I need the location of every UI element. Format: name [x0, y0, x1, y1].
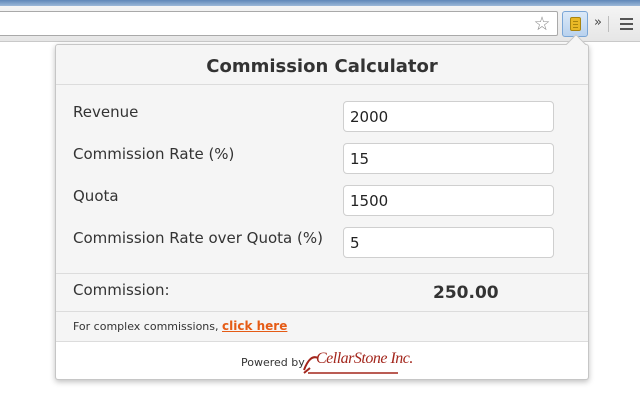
complex-commissions-note: For complex commissions, click here — [73, 319, 287, 333]
popup-title: Commission Calculator — [56, 45, 588, 85]
complex-note-text: For complex commissions, — [73, 320, 223, 333]
revenue-input[interactable] — [343, 101, 554, 132]
popup-footer: Powered by CellarStone Inc. — [56, 341, 588, 379]
menu-icon[interactable] — [620, 18, 633, 30]
quota-label: Quota — [73, 187, 119, 205]
commission-rate-label: Commission Rate (%) — [73, 145, 235, 163]
divider — [56, 273, 588, 274]
quota-input[interactable] — [343, 185, 554, 216]
click-here-link[interactable]: click here — [222, 319, 287, 333]
commission-calculator-popup: Commission Calculator Revenue Commission… — [55, 44, 589, 380]
address-bar[interactable] — [0, 11, 558, 36]
commission-rate-input[interactable] — [343, 143, 554, 174]
star-icon[interactable]: ☆ — [532, 14, 552, 34]
rate-over-quota-label: Commission Rate over Quota (%) — [73, 229, 323, 247]
overflow-chevron-icon[interactable]: » — [594, 15, 602, 30]
divider — [56, 311, 588, 312]
rate-over-quota-input[interactable] — [343, 227, 554, 258]
extension-button[interactable] — [562, 11, 588, 37]
commission-result-value: 250.00 — [433, 283, 499, 303]
calculator-icon — [570, 17, 581, 31]
commission-result-label: Commission: — [73, 281, 170, 299]
cellarstone-logo-text: CellarStone Inc. — [316, 350, 413, 367]
revenue-label: Revenue — [73, 103, 139, 121]
powered-by-text: Powered by — [241, 356, 305, 369]
browser-toolbar: ☆ » — [0, 6, 640, 42]
toolbar-separator — [608, 16, 609, 32]
cellarstone-logo[interactable]: CellarStone Inc. — [302, 348, 413, 374]
